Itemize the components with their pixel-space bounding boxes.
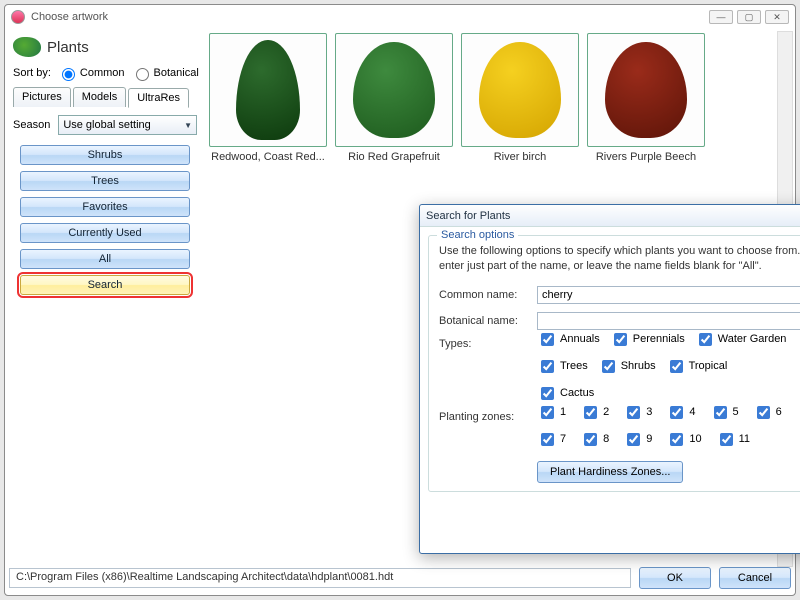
search-options-fieldset: Search options Use the following options… xyxy=(428,235,800,492)
types-label: Types: xyxy=(439,338,531,350)
sidebar: Plants Sort by: Common Botanical Picture… xyxy=(5,29,205,569)
titlebar: Choose artwork — ▢ ✕ xyxy=(5,5,795,29)
zone-checkbox-9[interactable]: 9 xyxy=(623,430,652,449)
cancel-button[interactable]: Cancel xyxy=(719,567,791,589)
type-checkbox-shrubs[interactable]: Shrubs xyxy=(598,357,656,376)
tab-pictures[interactable]: Pictures xyxy=(13,87,71,107)
plant-caption: Rivers Purple Beech xyxy=(587,151,705,163)
fieldset-legend: Search options xyxy=(437,229,518,241)
minimize-button[interactable]: — xyxy=(709,10,733,24)
zone-checkbox-10[interactable]: 10 xyxy=(666,430,701,449)
plant-caption: Redwood, Coast Red... xyxy=(209,151,327,163)
botanical-name-input[interactable] xyxy=(537,312,800,330)
zone-checkbox-6[interactable]: 6 xyxy=(753,403,782,422)
dialog-title: Search for Plants xyxy=(426,210,800,222)
category-shrubs-button[interactable]: Shrubs xyxy=(20,145,190,165)
zones-label: Planting zones: xyxy=(439,411,531,423)
zone-checkbox-1[interactable]: 1 xyxy=(537,403,566,422)
plant-thumb-icon xyxy=(236,40,300,141)
zone-checkbox-2[interactable]: 2 xyxy=(580,403,609,422)
category-favorites-button[interactable]: Favorites xyxy=(20,197,190,217)
season-dropdown[interactable]: Use global setting▼ xyxy=(58,115,197,135)
category-currently-used-button[interactable]: Currently Used xyxy=(20,223,190,243)
tab-ultrares[interactable]: UltraRes xyxy=(128,88,189,108)
sort-common-radio[interactable]: Common xyxy=(57,65,125,81)
type-checkbox-tropical[interactable]: Tropical xyxy=(666,357,728,376)
zone-checkbox-11[interactable]: 11 xyxy=(716,430,750,449)
common-name-input[interactable] xyxy=(537,286,800,304)
choose-artwork-window: Choose artwork — ▢ ✕ Plants Sort by: Com… xyxy=(4,4,796,596)
plant-caption: Rio Red Grapefruit xyxy=(335,151,453,163)
plant-card[interactable]: Redwood, Coast Red... xyxy=(209,33,327,163)
window-title: Choose artwork xyxy=(31,11,709,23)
type-checkbox-annuals[interactable]: Annuals xyxy=(537,330,600,349)
common-name-label: Common name: xyxy=(439,289,531,301)
zone-checkbox-4[interactable]: 4 xyxy=(666,403,695,422)
type-checkbox-water-garden[interactable]: Water Garden xyxy=(695,330,787,349)
app-icon xyxy=(11,10,25,24)
season-label: Season xyxy=(13,119,50,131)
search-description: Use the following options to specify whi… xyxy=(439,244,800,274)
category-all-button[interactable]: All xyxy=(20,249,190,269)
plant-thumb-icon xyxy=(605,42,686,137)
plant-caption: River birch xyxy=(461,151,579,163)
type-checkbox-trees[interactable]: Trees xyxy=(537,357,588,376)
content-area: Redwood, Coast Red... Rio Red Grapefruit… xyxy=(205,29,795,569)
sort-botanical-radio[interactable]: Botanical xyxy=(131,65,199,81)
plants-icon xyxy=(13,37,41,57)
type-checkbox-perennials[interactable]: Perennials xyxy=(610,330,685,349)
zone-checkbox-3[interactable]: 3 xyxy=(623,403,652,422)
chevron-down-icon: ▼ xyxy=(184,121,192,130)
plant-thumb-icon xyxy=(353,42,434,137)
botanical-name-label: Botanical name: xyxy=(439,315,531,327)
sortby-label: Sort by: xyxy=(13,67,51,79)
zone-checkbox-8[interactable]: 8 xyxy=(580,430,609,449)
category-search-button[interactable]: Search xyxy=(20,275,190,295)
search-plants-dialog: Search for Plants X Search options Use t… xyxy=(419,204,800,554)
file-path-field[interactable]: C:\Program Files (x86)\Realtime Landscap… xyxy=(9,568,631,588)
plant-card[interactable]: Rio Red Grapefruit xyxy=(335,33,453,163)
type-checkbox-cactus[interactable]: Cactus xyxy=(537,384,594,403)
plant-thumb-icon xyxy=(479,42,560,137)
ok-button[interactable]: OK xyxy=(639,567,711,589)
zone-checkbox-5[interactable]: 5 xyxy=(710,403,739,422)
plant-card[interactable]: Rivers Purple Beech xyxy=(587,33,705,163)
category-trees-button[interactable]: Trees xyxy=(20,171,190,191)
sidebar-header: Plants xyxy=(47,39,89,56)
plant-card[interactable]: River birch xyxy=(461,33,579,163)
zone-checkbox-7[interactable]: 7 xyxy=(537,430,566,449)
tab-models[interactable]: Models xyxy=(73,87,126,107)
maximize-button[interactable]: ▢ xyxy=(737,10,761,24)
plant-hardiness-zones-button[interactable]: Plant Hardiness Zones... xyxy=(537,461,683,483)
close-button[interactable]: ✕ xyxy=(765,10,789,24)
